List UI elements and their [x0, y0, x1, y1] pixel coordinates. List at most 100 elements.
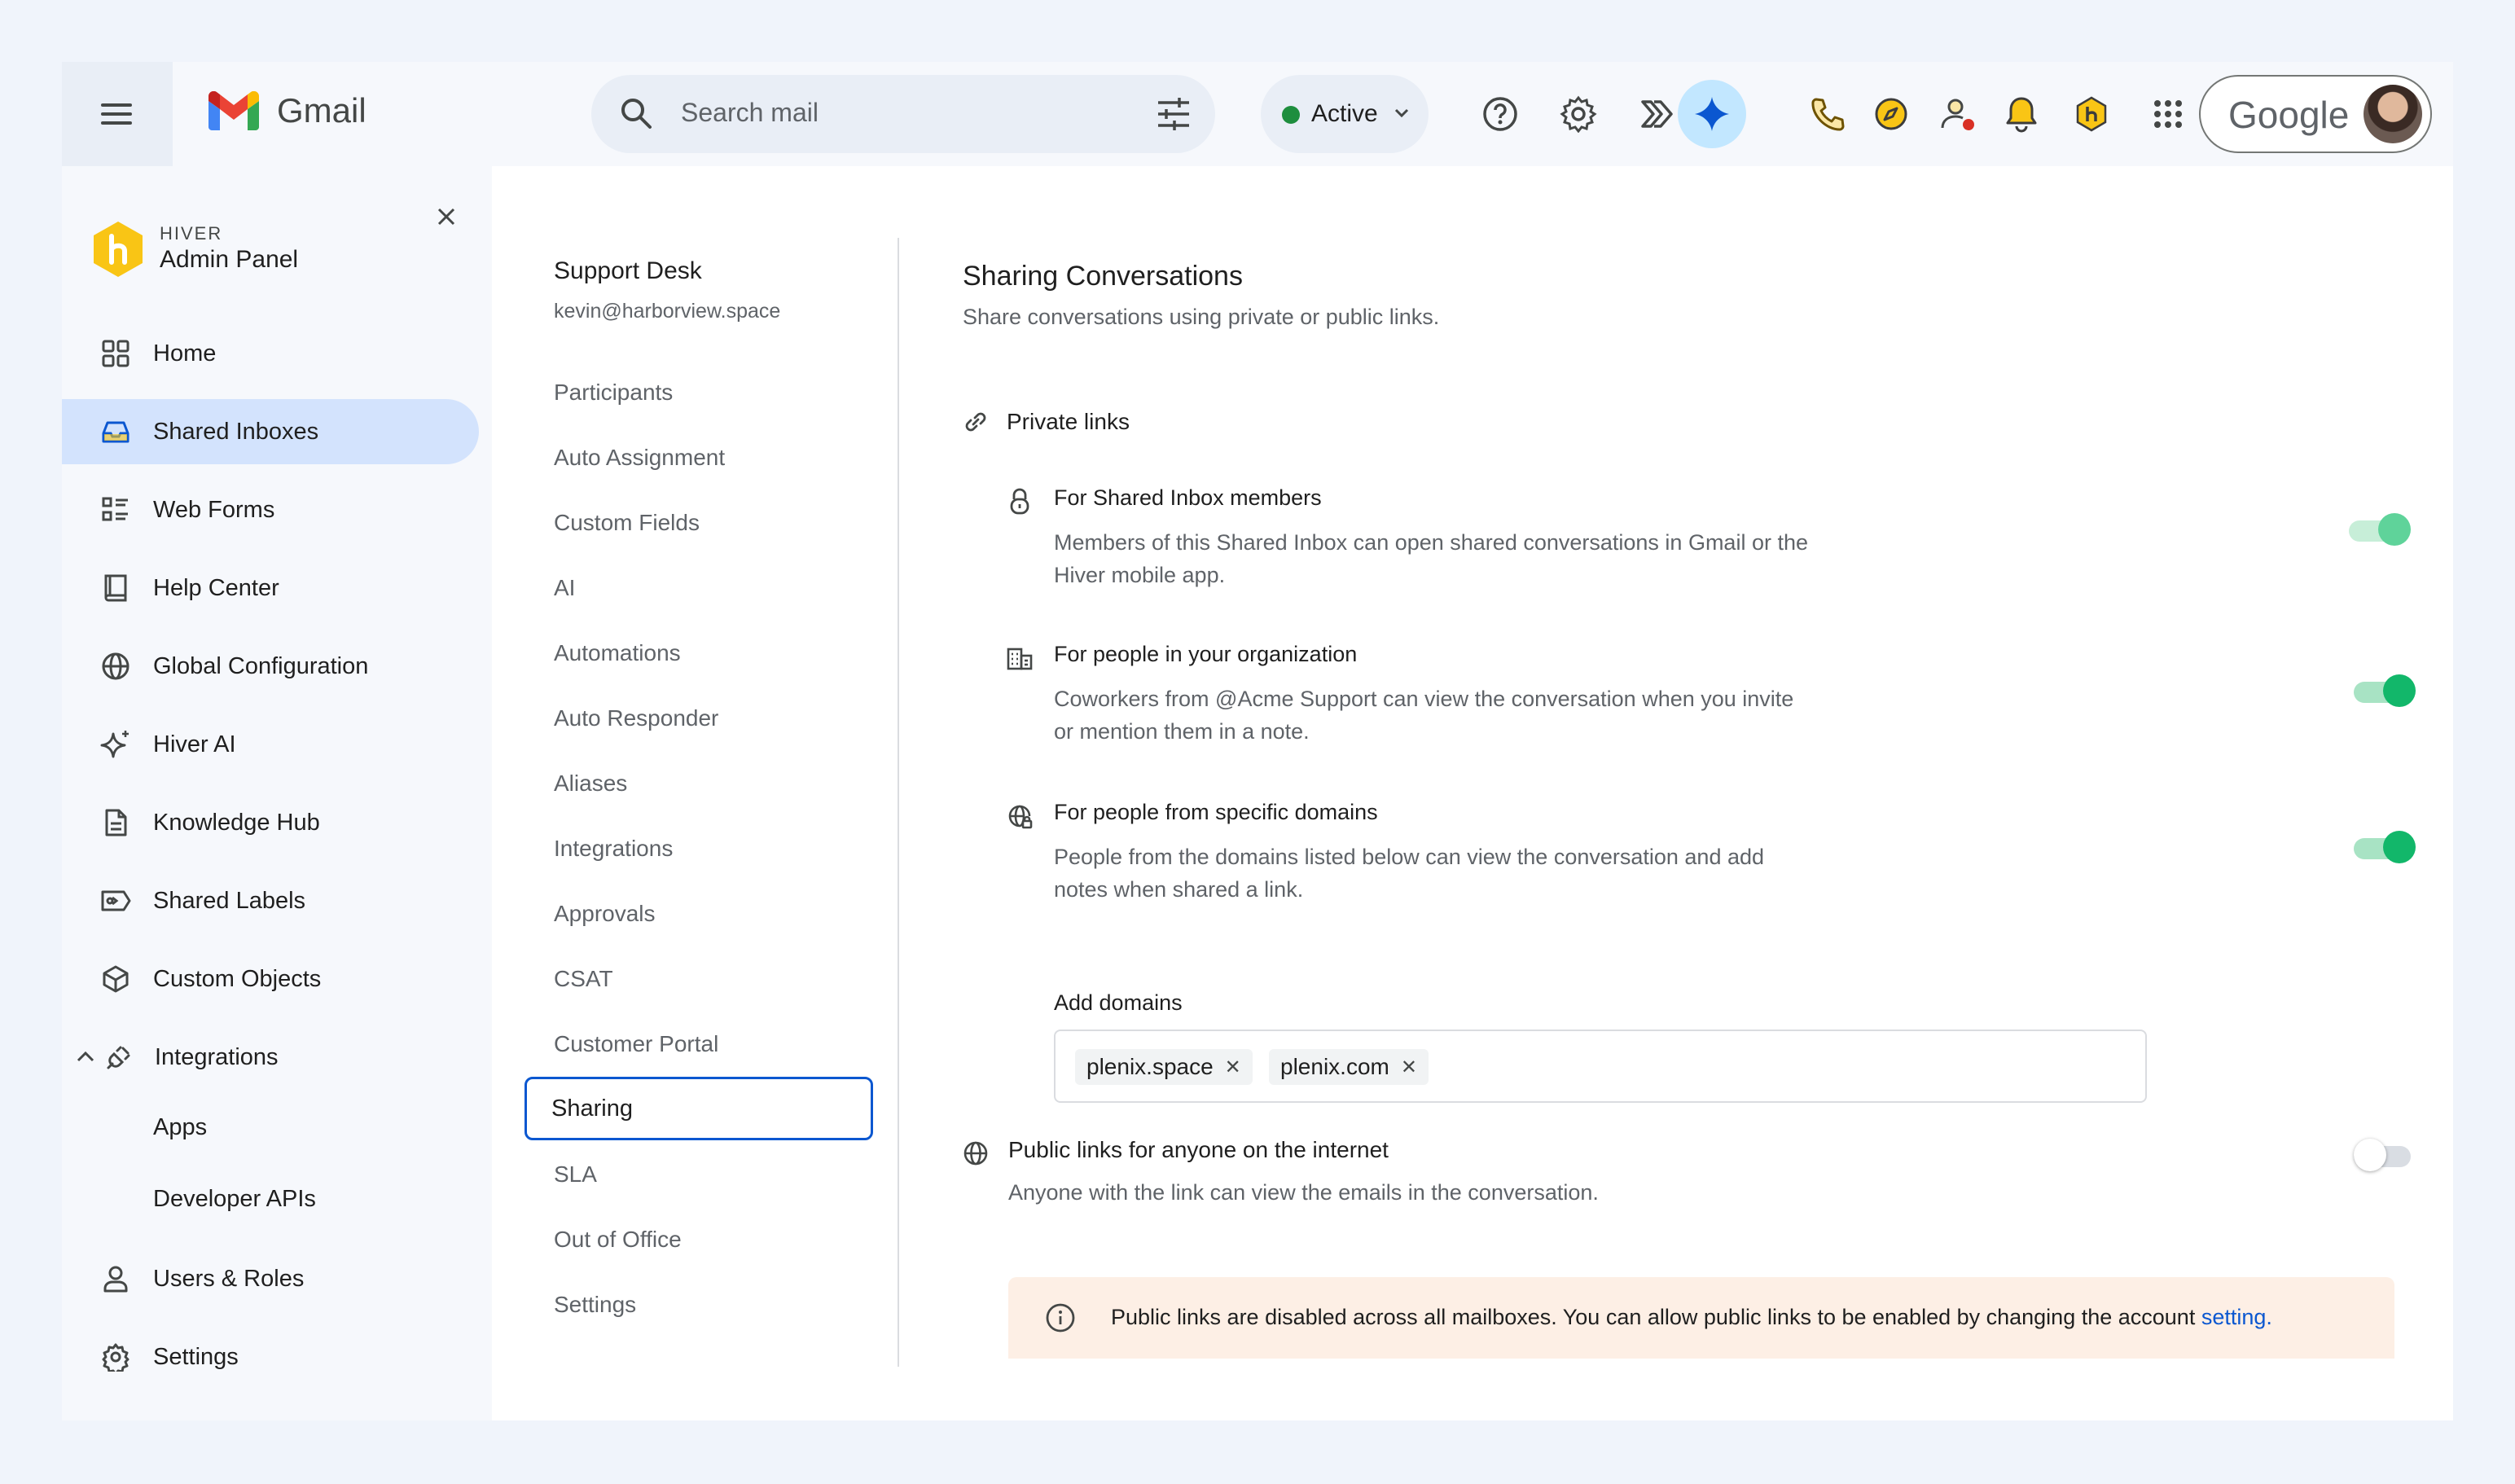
search-icon[interactable]: [619, 96, 653, 130]
nav-item-approvals[interactable]: Approvals: [554, 901, 656, 927]
nav-item-ai[interactable]: AI: [554, 575, 575, 601]
close-panel-button[interactable]: [430, 200, 463, 233]
page-title: Sharing Conversations: [963, 261, 1243, 292]
search-input[interactable]: Search mail: [681, 98, 819, 128]
nav-item-csat[interactable]: CSAT: [554, 966, 613, 992]
top-bar: Gmail Search mail Active Google: [62, 62, 2453, 166]
brand-label: HIVER: [160, 223, 223, 244]
filter-options-icon[interactable]: [1157, 98, 1191, 130]
status-dropdown[interactable]: Active: [1261, 75, 1429, 153]
sidebar-item-shared-labels[interactable]: Shared Labels: [62, 868, 479, 933]
app-window: Gmail Search mail Active Google HIVER Ad…: [62, 62, 2453, 1420]
toggle-domains[interactable]: [2354, 829, 2416, 865]
user-icon: [99, 1262, 132, 1295]
sidebar-item-users-roles[interactable]: Users & Roles: [62, 1246, 479, 1311]
nav-item-sla[interactable]: SLA: [554, 1161, 597, 1188]
option-domains-title: For people from specific domains: [1054, 800, 1378, 824]
nav-item-automations[interactable]: Automations: [554, 640, 681, 666]
nav-item-auto-responder[interactable]: Auto Responder: [554, 705, 718, 731]
sidebar-item-web-forms[interactable]: Web Forms: [62, 477, 479, 542]
close-icon: [437, 208, 455, 226]
option-organization-title: For people in your organization: [1054, 642, 1358, 666]
google-account-button[interactable]: Google: [2199, 75, 2432, 153]
nav-item-custom-fields[interactable]: Custom Fields: [554, 510, 700, 536]
hiver-extension-button[interactable]: [1634, 91, 1679, 137]
sidebar-item-apps[interactable]: Apps: [62, 1095, 479, 1160]
sparkle-icon: [1695, 97, 1729, 131]
sidebar-item-help-center[interactable]: Help Center: [62, 555, 479, 621]
sidebar-item-label: Developer APIs: [153, 1185, 316, 1212]
domains-input[interactable]: plenix.space ✕ plenix.com ✕: [1054, 1030, 2147, 1103]
public-links-disabled-banner: Public links are disabled across all mai…: [1008, 1277, 2394, 1359]
sidebar: HIVER Admin Panel Home Shared Inboxes We…: [62, 166, 492, 1420]
notifications-button[interactable]: [1999, 91, 2044, 137]
search-bar[interactable]: Search mail: [591, 75, 1215, 153]
help-button[interactable]: [1477, 91, 1523, 137]
sidebar-item-label: Users & Roles: [153, 1265, 305, 1292]
banner-text: Public links are disabled across all mai…: [1111, 1305, 2272, 1330]
toggle-organization[interactable]: [2354, 673, 2416, 709]
admin-panel: HIVER Admin Panel Home Shared Inboxes We…: [62, 166, 2453, 1420]
info-icon: [1044, 1302, 1077, 1334]
google-wordmark: Google: [2228, 94, 2350, 136]
public-links-desc: Anyone with the link can view the emails…: [1008, 1180, 1599, 1205]
globe-icon: [99, 650, 132, 683]
sidebar-item-settings[interactable]: Settings: [62, 1324, 479, 1390]
avatar[interactable]: [2364, 85, 2422, 143]
option-inbox-members-title: For Shared Inbox members: [1054, 485, 1322, 510]
sidebar-item-knowledge-hub[interactable]: Knowledge Hub: [62, 790, 479, 855]
chevron-down-icon: [1394, 108, 1409, 118]
account-setting-link[interactable]: setting.: [2201, 1305, 2272, 1329]
bell-icon: [2006, 97, 2037, 133]
nav-item-integrations[interactable]: Integrations: [554, 836, 673, 862]
nav-item-settings[interactable]: Settings: [554, 1292, 636, 1318]
document-icon: [99, 806, 132, 839]
hiver-logo-icon: [2076, 96, 2107, 132]
domain-chip: plenix.space ✕: [1075, 1049, 1253, 1085]
help-icon: [1483, 97, 1517, 131]
nav-item-auto-assignment[interactable]: Auto Assignment: [554, 445, 725, 471]
phone-icon: [1811, 98, 1845, 131]
compass-button[interactable]: [1868, 91, 1914, 137]
grid-icon: [99, 337, 132, 370]
sidebar-item-hiver-ai[interactable]: Hiver AI: [62, 712, 479, 777]
inbox-name: Support Desk: [554, 257, 702, 284]
hiver-app-button[interactable]: [2069, 91, 2114, 137]
nav-item-customer-portal[interactable]: Customer Portal: [554, 1031, 718, 1057]
google-apps-button[interactable]: [2145, 91, 2191, 137]
book-icon: [99, 572, 132, 604]
toggle-inbox-members[interactable]: [2349, 511, 2411, 547]
user-alert-icon: [1941, 99, 1974, 130]
user-status-button[interactable]: [1935, 91, 1981, 137]
sidebar-item-label: Knowledge Hub: [153, 809, 320, 836]
sidebar-item-shared-inboxes[interactable]: Shared Inboxes: [62, 399, 479, 464]
settings-button[interactable]: [1556, 91, 1601, 137]
gmail-m-icon: [208, 91, 259, 130]
nav-item-out-of-office[interactable]: Out of Office: [554, 1227, 682, 1253]
sidebar-item-home[interactable]: Home: [62, 321, 479, 386]
compass-icon: [1875, 98, 1907, 130]
remove-domain-icon[interactable]: ✕: [1225, 1056, 1241, 1079]
nav-item-sharing[interactable]: Sharing: [525, 1077, 873, 1140]
sidebar-item-label: Shared Labels: [153, 887, 306, 914]
main-menu-button[interactable]: [62, 62, 173, 166]
sidebar-item-developer-apis[interactable]: Developer APIs: [62, 1166, 479, 1232]
sidebar-item-global-configuration[interactable]: Global Configuration: [62, 634, 479, 699]
sharing-settings: Sharing Conversations Share conversation…: [899, 166, 2453, 1420]
toggle-public-links[interactable]: [2354, 1137, 2416, 1173]
sidebar-item-label: Home: [153, 340, 217, 367]
sidebar-item-integrations[interactable]: Integrations: [62, 1025, 479, 1090]
sidebar-item-custom-objects[interactable]: Custom Objects: [62, 946, 479, 1012]
sidebar-item-label: Settings: [153, 1343, 239, 1370]
phone-button[interactable]: [1805, 91, 1850, 137]
nav-item-aliases[interactable]: Aliases: [554, 771, 627, 797]
remove-domain-icon[interactable]: ✕: [1401, 1056, 1417, 1079]
nav-item-participants[interactable]: Participants: [554, 380, 673, 406]
status-dot: [1282, 106, 1300, 124]
gmail-logo[interactable]: Gmail: [208, 91, 366, 130]
toggle-thumb: [2383, 674, 2416, 707]
chevron-up-icon[interactable]: [77, 1049, 94, 1064]
gmail-wordmark: Gmail: [277, 91, 366, 130]
ai-assistant-button[interactable]: [1678, 80, 1746, 148]
domain-chip-label: plenix.com: [1280, 1054, 1389, 1079]
